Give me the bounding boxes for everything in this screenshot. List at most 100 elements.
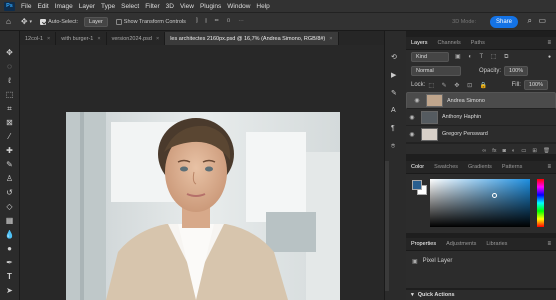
close-icon[interactable]: ×	[97, 36, 100, 42]
close-icon[interactable]: ×	[47, 36, 50, 42]
opacity-field[interactable]: 100%	[504, 66, 529, 76]
history-brush-tool-icon[interactable]: ↺	[4, 187, 15, 198]
lasso-tool-icon[interactable]: ℓ	[4, 75, 15, 86]
menu-file[interactable]: File	[21, 3, 31, 10]
paragraph-icon[interactable]: ¶	[391, 125, 395, 132]
eye-icon[interactable]: ◉	[406, 131, 418, 138]
chevron-down-icon[interactable]: ▾	[30, 19, 33, 25]
menu-plugins[interactable]: Plugins	[200, 3, 221, 10]
type-tool-icon[interactable]: T	[4, 271, 15, 282]
show-transform-checkbox[interactable]: Show Transform Controls	[115, 18, 186, 25]
adjust-icon[interactable]: ✎	[391, 89, 397, 97]
layer-filter-row: Kind ▣ ◐ T ⬚ ⧉ ●	[406, 50, 556, 64]
brush-tool-icon[interactable]: ✎	[4, 159, 15, 170]
color-field[interactable]	[430, 179, 530, 227]
tab-libraries[interactable]: Libraries	[481, 241, 512, 247]
auto-select-checkbox[interactable]: Auto-Select:	[40, 18, 78, 25]
tab-properties[interactable]: Properties	[406, 241, 441, 247]
options-bar: ⌂ ✥ ▾ Auto-Select: Layer Show Transform …	[0, 13, 556, 31]
menu-filter[interactable]: Filter	[145, 3, 159, 10]
eyedropper-tool-icon[interactable]: ⁄	[4, 131, 15, 142]
path-select-tool-icon[interactable]: ➤	[4, 285, 15, 296]
folder-icon[interactable]: ▭	[521, 148, 526, 154]
tab-12col-1[interactable]: 12col-1 ×	[20, 32, 57, 45]
menu-image[interactable]: Image	[55, 3, 73, 10]
lock-icons[interactable]: ⬚ ✎ ✥ ⊡ 🔒	[428, 82, 490, 89]
tab-adjustments[interactable]: Adjustments	[441, 241, 481, 247]
marquee-tool-icon[interactable]: ◌	[4, 61, 15, 72]
workspace-icon[interactable]: ▭	[538, 16, 546, 25]
gradient-tool-icon[interactable]: ▦	[4, 215, 15, 226]
move-tool-icon[interactable]: ✥	[21, 17, 28, 26]
history-icon[interactable]: ⟲	[391, 53, 397, 61]
fill-label: Fill:	[511, 82, 521, 88]
blend-mode-dropdown[interactable]: Normal	[411, 66, 461, 76]
glyph-icon[interactable]: ⌾	[391, 143, 395, 151]
auto-select-target-dropdown[interactable]: Layer	[84, 16, 108, 27]
menu-window[interactable]: Window	[227, 3, 250, 10]
menu-help[interactable]: Help	[256, 3, 269, 10]
fx-icon[interactable]: fx	[492, 148, 496, 154]
mask-icon[interactable]: ◙	[503, 148, 506, 154]
text-icon[interactable]: A	[391, 107, 396, 114]
menu-type[interactable]: Type	[101, 3, 115, 10]
object-select-tool-icon[interactable]: ⬚	[4, 89, 15, 100]
tab-les-architectes[interactable]: les architectes 2160px.psd @ 16,7% (Andr…	[165, 32, 339, 45]
menu-layer[interactable]: Layer	[79, 3, 95, 10]
menu-3d[interactable]: 3D	[166, 3, 174, 10]
new-layer-icon[interactable]: ⊞	[532, 148, 537, 154]
fill-field[interactable]: 100%	[523, 80, 548, 90]
link-icon[interactable]: ∞	[482, 148, 486, 154]
eye-icon[interactable]: ◉	[406, 114, 418, 121]
search-icon[interactable]: ⌕	[528, 16, 532, 26]
panel-menu-icon[interactable]: ≡	[547, 40, 551, 46]
frame-tool-icon[interactable]: ⊠	[4, 117, 15, 128]
document-image[interactable]	[66, 112, 340, 300]
pen-tool-icon[interactable]: ✒	[4, 257, 15, 268]
move-tool-icon[interactable]: ✥	[4, 47, 15, 58]
foreground-swatch[interactable]	[412, 180, 422, 190]
tab-gradients[interactable]: Gradients	[463, 164, 497, 170]
layer-row[interactable]: ◉ Andrea Simono	[406, 92, 556, 109]
blend-row: Normal Opacity: 100%	[406, 64, 556, 78]
checkbox-checked[interactable]	[40, 18, 47, 25]
scrollbar[interactable]	[385, 161, 389, 291]
layer-row[interactable]: ◉ Gregory Pensward	[406, 126, 556, 143]
align-icons[interactable]: ⫿ ⫾ ▭ ▯ ⋯	[196, 18, 247, 25]
checkbox-unchecked[interactable]	[115, 18, 122, 25]
tab-paths[interactable]: Paths	[466, 40, 490, 46]
tab-with-burger[interactable]: with burger-1 ×	[56, 32, 107, 45]
panel-menu-icon[interactable]: ≡	[547, 164, 551, 170]
trash-icon[interactable]: 🗑	[543, 148, 550, 154]
tab-version2024[interactable]: version2024.psd ×	[107, 32, 166, 45]
close-icon[interactable]: ×	[156, 36, 159, 42]
menu-view[interactable]: View	[180, 3, 194, 10]
adjustment-icon[interactable]: ◐	[512, 148, 515, 154]
menu-select[interactable]: Select	[121, 3, 139, 10]
color-picker-handle[interactable]	[492, 193, 497, 198]
close-icon[interactable]: ×	[329, 36, 332, 42]
menu-edit[interactable]: Edit	[37, 3, 48, 10]
filter-toggle-icon[interactable]: ●	[548, 54, 551, 60]
kind-filter-dropdown[interactable]: Kind	[411, 52, 449, 62]
crop-tool-icon[interactable]: ⌗	[4, 103, 15, 114]
play-icon[interactable]: ▶	[391, 71, 396, 79]
blur-tool-icon[interactable]: 💧	[4, 229, 15, 240]
eye-icon[interactable]: ◉	[411, 97, 423, 104]
tab-swatches[interactable]: Swatches	[429, 164, 463, 170]
tab-patterns[interactable]: Patterns	[497, 164, 527, 170]
layer-row[interactable]: ◉ Anthony Haphin	[406, 109, 556, 126]
tab-channels[interactable]: Channels	[433, 40, 466, 46]
quick-actions-header[interactable]: ▾ Quick Actions	[406, 290, 556, 300]
tab-layers[interactable]: Layers	[406, 40, 433, 46]
healing-tool-icon[interactable]: ✚	[4, 145, 15, 156]
home-icon[interactable]: ⌂	[6, 17, 11, 26]
filter-icons[interactable]: ▣ ◐ T ⬚ ⧉	[455, 53, 511, 61]
share-button[interactable]: Share	[490, 16, 518, 28]
stamp-tool-icon[interactable]: ♙	[4, 173, 15, 184]
eraser-tool-icon[interactable]: ◇	[4, 201, 15, 212]
hue-slider[interactable]	[537, 179, 544, 227]
dodge-tool-icon[interactable]: ●	[4, 243, 15, 254]
tab-color[interactable]: Color	[406, 164, 429, 170]
panel-menu-icon[interactable]: ≡	[547, 241, 551, 247]
